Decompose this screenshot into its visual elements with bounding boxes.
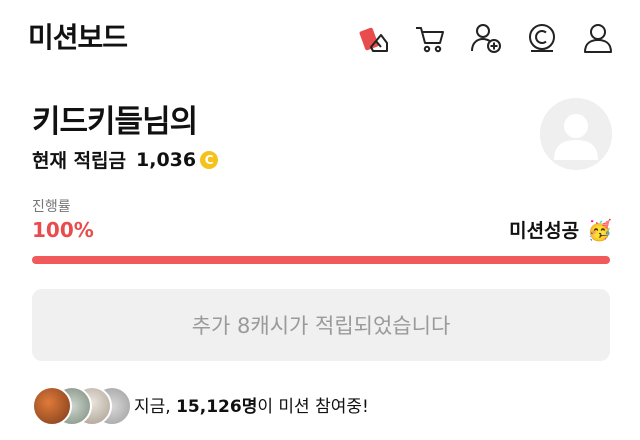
mission-success-label: 미션성공: [509, 220, 580, 242]
cash-button[interactable]: [520, 18, 564, 58]
points-row: 현재 적립금 1,036 C: [32, 146, 219, 173]
mission-success: 미션성공 🥳: [509, 216, 612, 243]
progress-percent: 100%: [32, 218, 94, 242]
user-button[interactable]: [576, 18, 620, 58]
participant-avatars: [32, 386, 132, 426]
participants-suffix: 이 미션 참여중!: [257, 396, 369, 417]
add-friend-button[interactable]: [464, 18, 508, 58]
coin-icon: C: [200, 150, 219, 169]
header-icons: [352, 18, 620, 58]
cart-icon: [416, 27, 444, 53]
points-value: 1,036: [136, 148, 197, 171]
header: 미션보드: [0, 0, 640, 76]
cash-icon: [529, 24, 555, 52]
mission-card-icon: [359, 27, 388, 52]
avatar[interactable]: [540, 98, 612, 170]
profile-section: 키드키들님의 현재 적립금 1,036 C: [28, 92, 612, 182]
participant-avatar: [32, 386, 72, 426]
cart-button[interactable]: [408, 18, 452, 58]
participants-row: 지금, 15,126명이 미션 참여중!: [32, 382, 369, 426]
mission-card-button[interactable]: [352, 18, 396, 58]
participants-count: 15,126명: [176, 396, 258, 417]
reward-message-button[interactable]: 추가 8캐시가 적립되었습니다: [32, 289, 610, 361]
participants-text: 지금, 15,126명이 미션 참여중!: [134, 392, 369, 417]
points-label: 현재 적립금: [32, 150, 127, 172]
default-avatar-icon: [540, 98, 612, 170]
page-title: 미션보드: [28, 21, 128, 54]
reward-message: 추가 8캐시가 적립되었습니다: [191, 314, 451, 338]
user-icon: [584, 24, 612, 53]
user-name: 키드키들님의: [32, 104, 198, 140]
party-popper-icon: 🥳: [587, 217, 612, 242]
add-friend-icon: [471, 24, 501, 53]
participants-prefix: 지금,: [134, 396, 177, 417]
progress-label: 진행률: [32, 199, 71, 215]
progress-bar: [32, 256, 610, 264]
progress-bar-fill: [32, 256, 610, 264]
